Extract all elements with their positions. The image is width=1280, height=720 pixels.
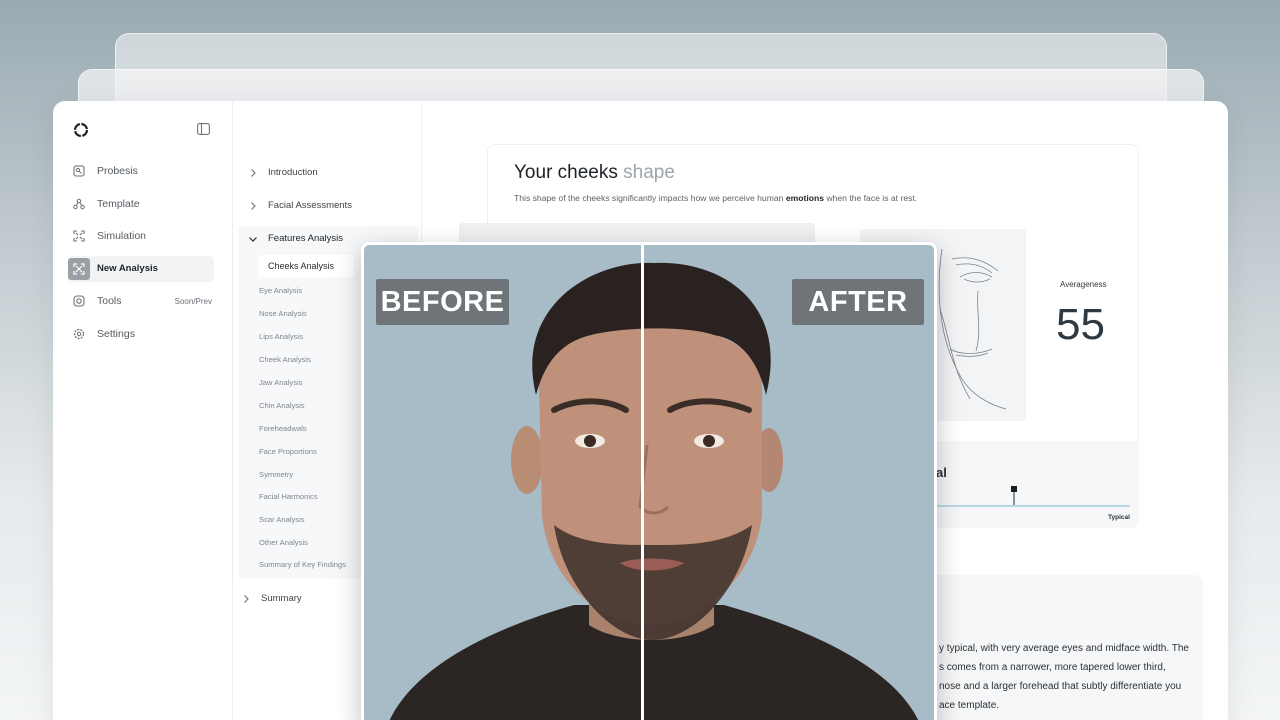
chevron-right-icon bbox=[251, 201, 256, 210]
sidebar-item-label: Simulation bbox=[97, 230, 147, 242]
nodes-icon bbox=[72, 197, 86, 211]
tree-subitem[interactable]: Face Proportions bbox=[259, 447, 317, 456]
tree-subitem[interactable]: Other Analysis bbox=[259, 538, 308, 547]
sidebar-item-simulation[interactable]: Simulation bbox=[68, 223, 214, 249]
tree-item-facial-assessments[interactable]: Facial Assessments bbox=[248, 200, 418, 211]
tree-subitem[interactable]: Chin Analysis bbox=[259, 401, 305, 410]
logo-icon bbox=[73, 122, 89, 138]
expand-icon bbox=[72, 229, 86, 243]
before-label: BEFORE bbox=[376, 279, 509, 325]
tree-item-label: Facial Assessments bbox=[268, 200, 352, 211]
tree-subitem[interactable]: Nose Analysis bbox=[259, 309, 307, 318]
tree-subitem[interactable]: Scar Analysis bbox=[259, 515, 305, 524]
tree-subitem[interactable]: Eye Analysis bbox=[259, 286, 302, 295]
chevron-down-icon bbox=[249, 236, 257, 242]
card-description: This shape of the cheeks significantly i… bbox=[514, 193, 918, 203]
sidebar-item-new-analysis[interactable]: New Analysis bbox=[68, 255, 214, 282]
sidebar-nav: Probesis Template Simulation New Analysi… bbox=[68, 158, 214, 353]
tree-item-label: Summary bbox=[261, 593, 302, 604]
scale-marker bbox=[1010, 486, 1017, 505]
tree-subitem[interactable]: Foreheadwals bbox=[259, 424, 307, 433]
sidebar-item-label: New Analysis bbox=[97, 263, 158, 274]
scale-tick-label: Typical bbox=[1108, 514, 1130, 521]
tree-item-summary[interactable]: Summary bbox=[241, 593, 302, 604]
tree-subitem[interactable]: Summary of Key Findings bbox=[259, 560, 346, 569]
tree-item-label: Introduction bbox=[268, 167, 318, 178]
comparison-divider-handle[interactable] bbox=[641, 245, 644, 720]
sidebar-item-label: Tools bbox=[97, 295, 122, 307]
summary-text-line: s comes from a narrower, more tapered lo… bbox=[939, 662, 1166, 673]
sidebar: Probesis Template Simulation New Analysi… bbox=[53, 101, 233, 720]
report-icon bbox=[72, 164, 86, 178]
sidebar-item-tools[interactable]: Tools Soon/Prev bbox=[68, 288, 214, 314]
sidebar-item-label: Probesis bbox=[97, 165, 138, 177]
after-label: AFTER bbox=[792, 279, 924, 325]
scale-track bbox=[928, 505, 1130, 507]
sidebar-toggle-icon[interactable] bbox=[197, 123, 210, 135]
analysis-summary-card: y typical, with very average eyes and mi… bbox=[903, 575, 1203, 720]
averageness-label: Averageness bbox=[1060, 280, 1107, 289]
sidebar-item-template[interactable]: Template bbox=[68, 191, 214, 217]
page-title: Your cheeks shape bbox=[514, 162, 675, 183]
before-after-comparison: BEFORE AFTER bbox=[361, 242, 937, 720]
tree-subitem[interactable]: Jaw Analysis bbox=[259, 378, 302, 387]
sidebar-item-label: Settings bbox=[97, 327, 135, 340]
tree-subitem[interactable]: Facial Harmonics bbox=[259, 492, 318, 501]
tree-subitem[interactable]: Symmetry bbox=[259, 470, 293, 479]
chevron-right-icon bbox=[244, 594, 249, 603]
tree-subitem[interactable]: Cheek Analysis bbox=[259, 355, 311, 364]
tree-item-label: Features Analysis bbox=[268, 233, 343, 244]
tree-subitem[interactable]: Lips Analysis bbox=[259, 332, 303, 341]
averageness-value: 55 bbox=[1056, 300, 1105, 349]
camera-icon bbox=[72, 294, 86, 308]
scale-heading: al bbox=[936, 465, 947, 480]
summary-text-line: ace template. bbox=[939, 700, 1000, 711]
status-badge: Soon/Prev bbox=[174, 296, 212, 306]
gear-icon bbox=[72, 327, 86, 341]
summary-text-line: y typical, with very average eyes and mi… bbox=[939, 643, 1189, 654]
sidebar-item-probesis[interactable]: Probesis bbox=[68, 158, 214, 184]
tree-item-introduction[interactable]: Introduction bbox=[248, 167, 418, 178]
chevron-right-icon bbox=[251, 168, 256, 177]
sidebar-item-settings[interactable]: Settings bbox=[68, 321, 214, 347]
sidebar-item-label: Template bbox=[97, 197, 140, 210]
scan-icon bbox=[68, 257, 90, 280]
tree-subitem-cheeks-analysis[interactable]: Cheeks Analysis bbox=[258, 255, 354, 277]
summary-text-line: nose and a larger forehead that subtly d… bbox=[939, 681, 1182, 692]
